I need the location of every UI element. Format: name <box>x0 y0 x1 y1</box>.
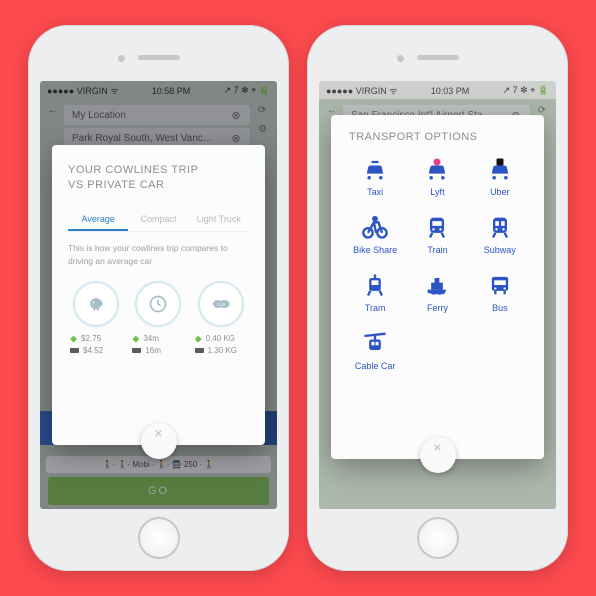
popup-description: This is how your cowlines trip compares … <box>68 242 249 268</box>
tab-light-truck[interactable]: Light Truck <box>189 208 249 231</box>
subway-icon <box>486 215 514 239</box>
metrics-row: $2.75 $4.52 34m 16m CO2 0.40 KG 1.30 KG <box>68 281 249 356</box>
comparison-popup: YOUR COWLINES TRIP VS PRIVATE CAR Averag… <box>52 145 265 445</box>
popup-title: TRANSPORT OPTIONS <box>349 131 526 143</box>
home-button[interactable] <box>417 517 459 559</box>
option-lyft[interactable]: Lyft <box>411 157 463 197</box>
lyft-icon <box>423 157 451 181</box>
phone-mockup-left: ●●●●● VIRGIN ᯤ 10:58 PM ↗ 7 ✻ ⌖ 🔋 ← My L… <box>28 25 289 571</box>
close-button[interactable]: × <box>420 437 456 473</box>
co2-icon: CO2 <box>198 281 244 327</box>
screen-right: ●●●●● VIRGIN ᯤ 10:03 PM ↗ 7 ✻ ⌖ 🔋 ← San … <box>319 81 556 509</box>
home-button[interactable] <box>138 517 180 559</box>
uber-icon <box>486 157 514 181</box>
speaker-decoration <box>138 55 180 60</box>
speaker-decoration <box>417 55 459 60</box>
option-ferry[interactable]: Ferry <box>411 273 463 313</box>
transport-options-popup: TRANSPORT OPTIONS Taxi Lyft Uber Bike <box>331 115 544 459</box>
car-type-tabs: Average Compact Light Truck <box>68 208 249 232</box>
popup-title: YOUR COWLINES TRIP VS PRIVATE CAR <box>68 163 249 194</box>
option-cablecar[interactable]: Cable Car <box>349 331 401 371</box>
phone-mockup-right: ●●●●● VIRGIN ᯤ 10:03 PM ↗ 7 ✻ ⌖ 🔋 ← San … <box>307 25 568 571</box>
clock-icon <box>135 281 181 327</box>
train-icon <box>423 215 451 239</box>
option-bus[interactable]: Bus <box>474 273 526 313</box>
option-subway[interactable]: Subway <box>474 215 526 255</box>
option-bikeshare[interactable]: Bike Share <box>349 215 401 255</box>
svg-text:CO2: CO2 <box>217 302 226 307</box>
bike-icon <box>361 215 389 239</box>
transport-grid: Taxi Lyft Uber Bike Share Train <box>349 157 526 371</box>
option-train[interactable]: Train <box>411 215 463 255</box>
option-tram[interactable]: Tram <box>349 273 401 313</box>
tram-icon <box>361 273 389 297</box>
option-uber[interactable]: Uber <box>474 157 526 197</box>
tab-compact[interactable]: Compact <box>128 208 188 231</box>
metric-time: 34m 16m <box>130 281 186 356</box>
cablecar-icon <box>361 331 389 355</box>
metric-co2: CO2 0.40 KG 1.30 KG <box>193 281 249 356</box>
close-button[interactable]: × <box>141 423 177 459</box>
ferry-icon <box>423 273 451 297</box>
option-taxi[interactable]: Taxi <box>349 157 401 197</box>
metric-cost: $2.75 $4.52 <box>68 281 124 356</box>
piggybank-icon <box>73 281 119 327</box>
screen-left: ●●●●● VIRGIN ᯤ 10:58 PM ↗ 7 ✻ ⌖ 🔋 ← My L… <box>40 81 277 509</box>
tab-average[interactable]: Average <box>68 208 128 231</box>
taxi-icon <box>361 157 389 181</box>
bus-icon <box>486 273 514 297</box>
